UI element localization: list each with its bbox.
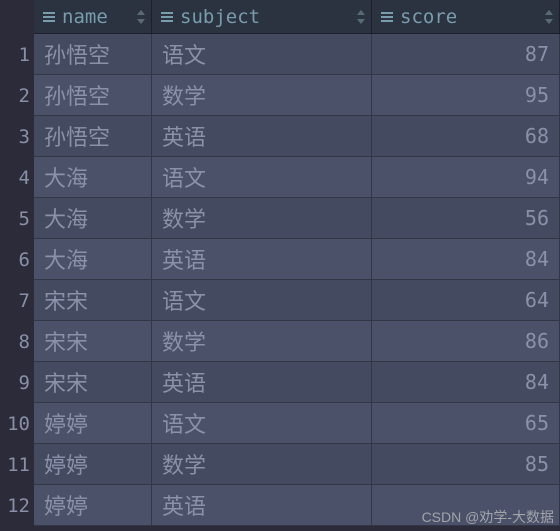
cell-score[interactable]: 64 [372, 280, 560, 321]
table-row[interactable]: 1 孙悟空 语文 87 [0, 34, 560, 75]
cell-name[interactable]: 大海 [34, 239, 152, 280]
row-number: 4 [0, 157, 34, 198]
table-row[interactable]: 9 宋宋 英语 84 [0, 362, 560, 403]
cell-name[interactable]: 孙悟空 [34, 75, 152, 116]
cell-subject[interactable]: 语文 [152, 403, 372, 444]
cell-name[interactable]: 大海 [34, 157, 152, 198]
column-header-label: name [62, 6, 108, 28]
cell-subject[interactable]: 语文 [152, 157, 372, 198]
sort-icon[interactable] [355, 8, 367, 26]
cell-name[interactable]: 孙悟空 [34, 34, 152, 75]
row-number: 9 [0, 362, 34, 403]
cell-name[interactable]: 大海 [34, 198, 152, 239]
cell-subject[interactable]: 英语 [152, 485, 372, 526]
cell-name[interactable]: 宋宋 [34, 280, 152, 321]
cell-score[interactable]: 86 [372, 321, 560, 362]
row-number: 2 [0, 75, 34, 116]
cell-subject[interactable]: 语文 [152, 280, 372, 321]
column-header-label: score [400, 6, 457, 28]
table-row[interactable]: 8 宋宋 数学 86 [0, 321, 560, 362]
cell-name[interactable]: 孙悟空 [34, 116, 152, 157]
cell-score[interactable]: 94 [372, 157, 560, 198]
cell-subject[interactable]: 数学 [152, 198, 372, 239]
cell-name[interactable]: 婷婷 [34, 403, 152, 444]
cell-score[interactable]: 56 [372, 198, 560, 239]
cell-subject[interactable]: 数学 [152, 321, 372, 362]
column-type-icon [160, 10, 174, 24]
row-number: 10 [0, 403, 34, 444]
table-header-row: name subject score [0, 0, 560, 34]
table-row[interactable]: 11 婷婷 数学 85 [0, 444, 560, 485]
cell-subject[interactable]: 数学 [152, 75, 372, 116]
cell-name[interactable]: 婷婷 [34, 485, 152, 526]
cell-subject[interactable]: 英语 [152, 362, 372, 403]
cell-name[interactable]: 婷婷 [34, 444, 152, 485]
table-row[interactable]: 6 大海 英语 84 [0, 239, 560, 280]
cell-score[interactable]: 68 [372, 116, 560, 157]
column-type-icon [42, 10, 56, 24]
column-type-icon [380, 10, 394, 24]
row-number: 6 [0, 239, 34, 280]
rownum-header [0, 0, 34, 34]
cell-subject[interactable]: 数学 [152, 444, 372, 485]
cell-name[interactable]: 宋宋 [34, 321, 152, 362]
table-row[interactable]: 4 大海 语文 94 [0, 157, 560, 198]
table-row[interactable]: 3 孙悟空 英语 68 [0, 116, 560, 157]
table-row[interactable]: 7 宋宋 语文 64 [0, 280, 560, 321]
cell-score[interactable]: 95 [372, 75, 560, 116]
column-header-name[interactable]: name [34, 0, 152, 34]
cell-score[interactable]: 85 [372, 444, 560, 485]
row-number: 8 [0, 321, 34, 362]
cell-score[interactable]: 84 [372, 239, 560, 280]
table-row[interactable]: 10 婷婷 语文 65 [0, 403, 560, 444]
table-row[interactable]: 2 孙悟空 数学 95 [0, 75, 560, 116]
column-header-subject[interactable]: subject [152, 0, 372, 34]
watermark: CSDN @劝学-大数据 [422, 507, 554, 527]
cell-score[interactable]: 65 [372, 403, 560, 444]
column-header-score[interactable]: score [372, 0, 560, 34]
row-number: 5 [0, 198, 34, 239]
row-number: 3 [0, 116, 34, 157]
row-number: 12 [0, 485, 34, 526]
cell-subject[interactable]: 语文 [152, 34, 372, 75]
row-number: 1 [0, 34, 34, 75]
sort-icon[interactable] [135, 8, 147, 26]
row-number: 7 [0, 280, 34, 321]
row-number: 11 [0, 444, 34, 485]
cell-subject[interactable]: 英语 [152, 116, 372, 157]
cell-score[interactable]: 87 [372, 34, 560, 75]
data-table: name subject score 1 孙悟空 语文 87 2 孙悟空 数学 … [0, 0, 560, 531]
sort-icon[interactable] [543, 8, 555, 26]
cell-subject[interactable]: 英语 [152, 239, 372, 280]
cell-score[interactable]: 84 [372, 362, 560, 403]
cell-name[interactable]: 宋宋 [34, 362, 152, 403]
table-row[interactable]: 5 大海 数学 56 [0, 198, 560, 239]
column-header-label: subject [180, 6, 260, 28]
